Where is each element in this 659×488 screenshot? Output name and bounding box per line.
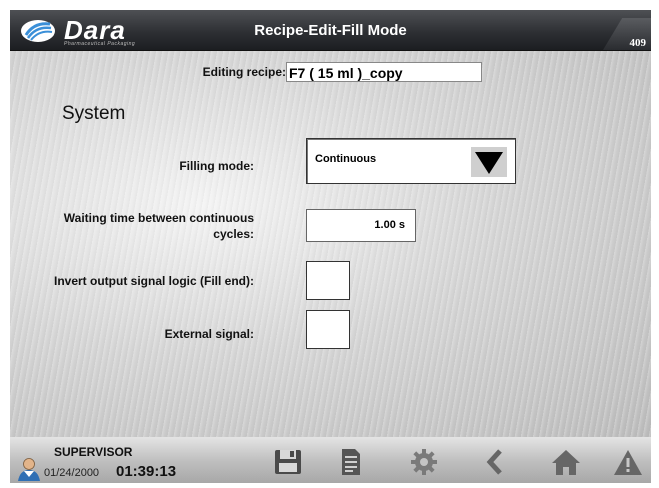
- invert-output-checkbox[interactable]: [306, 261, 350, 300]
- page-title: Recipe-Edit-Fill Mode: [254, 22, 407, 39]
- main-panel: Editing recipe: F7 ( 15 ml )_copy System…: [10, 51, 651, 437]
- invert-output-label: Invert output signal logic (Fill end):: [54, 274, 254, 288]
- alarm-warning-icon: [614, 450, 642, 475]
- home-icon: [552, 450, 580, 475]
- logo-subtitle: Pharmaceutical Packaging: [64, 41, 136, 47]
- alarm-button[interactable]: [610, 446, 646, 478]
- footer-bar: SUPERVISOR 01/24/2000 01:39:13: [10, 437, 651, 483]
- waiting-time-label: Waiting time between continuous cycles:: [63, 211, 254, 241]
- external-signal-label: External signal:: [164, 327, 254, 341]
- waiting-time-field[interactable]: 1.00 s: [306, 209, 416, 242]
- section-title: System: [62, 103, 126, 124]
- back-arrow-icon: [486, 449, 502, 475]
- date-display: 01/24/2000: [44, 467, 100, 479]
- user-avatar-icon[interactable]: [16, 457, 44, 481]
- dropdown-arrow-icon[interactable]: [471, 147, 507, 177]
- document-icon: [342, 449, 360, 475]
- screen-number: 409: [629, 37, 647, 49]
- hmi-screen: Dara Pharmaceutical Packaging Recipe-Edi…: [0, 0, 659, 488]
- home-button[interactable]: [548, 446, 584, 478]
- header-bar: Dara Pharmaceutical Packaging Recipe-Edi…: [10, 10, 651, 51]
- save-button[interactable]: [270, 446, 306, 478]
- filling-mode-select[interactable]: Continuous: [306, 138, 516, 184]
- filling-mode-value: Continuous: [315, 153, 377, 165]
- user-role: SUPERVISOR: [54, 445, 133, 459]
- gear-icon: [411, 449, 437, 475]
- document-button[interactable]: [333, 446, 369, 478]
- editing-recipe-label: Editing recipe:: [202, 65, 286, 79]
- save-icon: [275, 450, 301, 474]
- back-button[interactable]: [477, 446, 513, 478]
- recipe-name-field[interactable]: F7 ( 15 ml )_copy: [286, 62, 482, 82]
- filling-mode-label: Filling mode:: [179, 159, 254, 173]
- settings-button[interactable]: [406, 446, 442, 478]
- external-signal-checkbox[interactable]: [306, 310, 350, 349]
- time-display: 01:39:13: [116, 463, 177, 480]
